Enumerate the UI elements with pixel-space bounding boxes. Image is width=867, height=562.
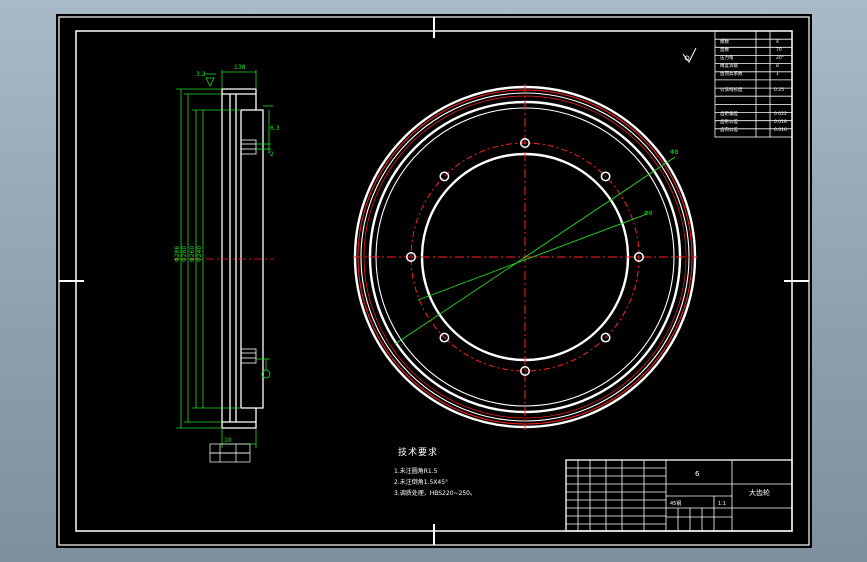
svg-text:Φ286: Φ286 <box>174 246 181 262</box>
svg-text:Φ240: Φ240 <box>196 246 203 262</box>
svg-text:4: 4 <box>776 39 779 45</box>
svg-text:齿顶高系数: 齿顶高系数 <box>720 70 743 77</box>
svg-text:10: 10 <box>224 437 232 444</box>
svg-text:公法线长度: 公法线长度 <box>720 86 743 93</box>
tech-req-heading: 技术要求 <box>398 446 438 458</box>
svg-text:Φ260: Φ260 <box>189 246 196 262</box>
tech-req-item: 3.调质处理，HBS220~250。 <box>394 489 476 497</box>
technical-requirements: 技术要求 1.未注圆角R1.5 2.未注倒角1.5X45° 3.调质处理，HBS… <box>394 446 476 497</box>
svg-text:齿形公差: 齿形公差 <box>720 118 738 125</box>
svg-text:20°: 20° <box>776 55 784 61</box>
tech-req-item: 2.未注倒角1.5X45° <box>394 478 448 486</box>
svg-text:Φ8: Φ8 <box>644 210 653 217</box>
svg-text:0.018: 0.018 <box>774 119 787 125</box>
svg-text:3.2: 3.2 <box>196 71 206 78</box>
svg-text:6.3: 6.3 <box>270 125 280 132</box>
svg-text:精度等级: 精度等级 <box>720 62 738 69</box>
svg-text:1: 1 <box>776 71 779 77</box>
svg-text:Φ280: Φ280 <box>181 246 188 262</box>
svg-text:压力角: 压力角 <box>720 54 734 61</box>
svg-text:8: 8 <box>776 63 779 69</box>
parameter-table-text: 模数 4 齿数 70 压力角 20° 精度等级 8 齿顶高系数 1 公法线长度 0.25 齿… <box>720 38 787 133</box>
scale-label: 1:1 <box>718 501 726 507</box>
gear-section-view: 138 Φ286 Φ280 Φ260 Φ240 3.2 6.3 2 10 <box>174 64 280 463</box>
svg-text:Φ8: Φ8 <box>670 149 679 156</box>
svg-text:齿距偏差: 齿距偏差 <box>720 110 738 117</box>
bolt-hole <box>439 171 450 182</box>
part-name: 大齿轮 <box>749 488 770 497</box>
svg-text:齿数: 齿数 <box>720 46 729 53</box>
cad-drawing-canvas: 138 Φ286 Φ280 Φ260 Φ240 3.2 6.3 2 10 Φ8 … <box>56 14 812 548</box>
gear-front-view: Φ8 Φ8 <box>353 47 697 430</box>
tech-req-item: 1.未注圆角R1.5 <box>394 467 438 475</box>
centering-marks <box>59 17 809 545</box>
svg-text:70: 70 <box>776 47 782 53</box>
svg-text:模数: 模数 <box>720 38 729 45</box>
material-label: 45钢 <box>670 500 681 507</box>
svg-text:0.25: 0.25 <box>774 87 784 93</box>
svg-text:2: 2 <box>270 151 274 158</box>
svg-text:齿向公差: 齿向公差 <box>720 126 738 133</box>
svg-text:138: 138 <box>234 64 246 71</box>
svg-text:0.016: 0.016 <box>774 127 787 133</box>
drawing-number: 6 <box>695 470 700 478</box>
svg-text:0.022: 0.022 <box>774 111 787 117</box>
outer-border <box>58 16 810 546</box>
